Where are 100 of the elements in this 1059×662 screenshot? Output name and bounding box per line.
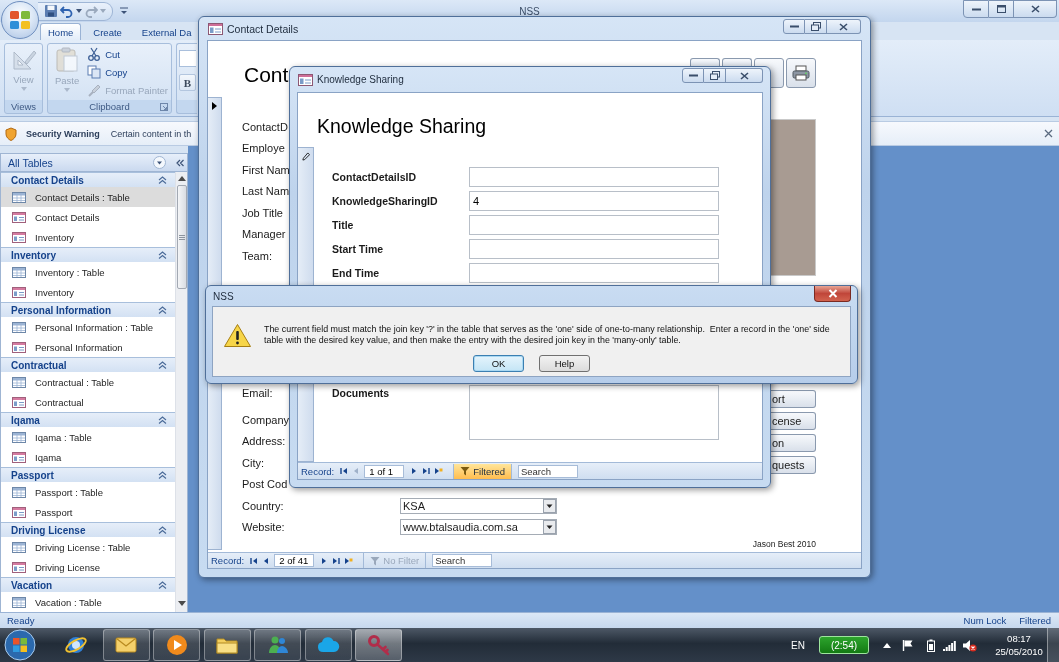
show-desktop-button[interactable]: [1047, 628, 1059, 662]
new-record-icon[interactable]: [434, 467, 444, 475]
search-field[interactable]: Search: [432, 554, 493, 567]
save-icon[interactable]: [44, 4, 58, 18]
nav-pane-title[interactable]: All Tables: [8, 156, 53, 169]
text-field[interactable]: 4: [469, 191, 719, 211]
table-icon: [12, 431, 26, 443]
minimize-icon: [789, 25, 799, 28]
combo-field[interactable]: KSA: [400, 497, 557, 514]
form-button[interactable]: ort: [770, 390, 816, 408]
restore-button[interactable]: [704, 68, 726, 83]
clipboard-button[interactable]: Copy: [84, 63, 171, 81]
scrollbar-thumb[interactable]: [176, 185, 187, 289]
close-button[interactable]: [814, 286, 851, 302]
record-position-field[interactable]: 2 of 41: [274, 554, 315, 567]
customize-caret-icon[interactable]: [119, 7, 129, 15]
nav-item[interactable]: Inventory: [1, 282, 175, 302]
font-name-field[interactable]: [179, 50, 196, 67]
record-label: Record:: [301, 465, 335, 477]
clipboard-icon: [55, 47, 80, 73]
last-record-icon[interactable]: [332, 556, 341, 565]
text-field[interactable]: [469, 215, 719, 235]
nav-item[interactable]: Inventory: [1, 227, 175, 247]
nav-item[interactable]: Contact Details : Table: [1, 187, 175, 207]
close-button[interactable]: [827, 19, 861, 34]
form-button[interactable]: quests: [770, 456, 816, 474]
up-arrow-icon[interactable]: [883, 642, 891, 648]
first-record-icon[interactable]: [340, 467, 349, 475]
nav-item[interactable]: Personal Information : Table: [1, 317, 175, 337]
nav-item[interactable]: Driving License: [1, 557, 175, 577]
text-field[interactable]: [469, 263, 719, 283]
text-field[interactable]: [469, 167, 719, 187]
close-button[interactable]: [1014, 0, 1057, 18]
close-icon[interactable]: [1044, 129, 1053, 138]
nav-item[interactable]: Contractual: [1, 392, 175, 412]
memo-field[interactable]: [469, 385, 719, 440]
taskbar-button[interactable]: [102, 629, 150, 661]
scroll-up-icon[interactable]: [177, 176, 186, 181]
nav-group-header[interactable]: Passport: [1, 467, 175, 482]
nav-item[interactable]: Personal Information: [1, 337, 175, 357]
print-button[interactable]: [786, 58, 816, 88]
clock-time[interactable]: 08:17: [1007, 632, 1031, 645]
dialog-button[interactable]: OK: [473, 355, 524, 372]
battery-indicator[interactable]: (2:54): [819, 636, 869, 654]
record-position-field[interactable]: 1 of 1: [364, 464, 405, 478]
nav-item[interactable]: Vacation : Table: [1, 592, 175, 612]
undo-icon[interactable]: [60, 4, 74, 18]
window-title: NSS: [519, 5, 540, 17]
nav-item[interactable]: Iqama : Table: [1, 427, 175, 447]
language-indicator[interactable]: EN: [791, 639, 805, 651]
nav-group-header[interactable]: Vacation: [1, 577, 175, 592]
close-button[interactable]: [726, 68, 763, 83]
restore-button[interactable]: [805, 19, 827, 34]
muted-speaker-icon[interactable]: [962, 638, 977, 652]
nav-item[interactable]: Contractual : Table: [1, 372, 175, 392]
last-record-icon[interactable]: [422, 467, 431, 475]
nav-group-header[interactable]: Contractual: [1, 357, 175, 372]
ribbon-tab[interactable]: External Da: [133, 23, 193, 40]
dropdown-circle-icon[interactable]: [153, 156, 166, 169]
nav-group-header[interactable]: Iqama: [1, 412, 175, 427]
nav-item[interactable]: Iqama: [1, 447, 175, 467]
scroll-down-icon[interactable]: [177, 601, 186, 606]
nav-group-header[interactable]: Driving License: [1, 522, 175, 537]
nav-group-header[interactable]: Contact Details: [1, 172, 175, 187]
minimize-button[interactable]: [783, 19, 805, 34]
nav-group-header[interactable]: Personal Information: [1, 302, 175, 317]
combo-field[interactable]: www.btalsaudia.com.sa: [400, 519, 557, 536]
search-field[interactable]: Search: [517, 464, 578, 478]
play-icon: [164, 633, 189, 657]
form-button[interactable]: on: [770, 434, 816, 452]
double-chevron-left-icon[interactable]: [175, 158, 184, 167]
scrollbar[interactable]: [175, 172, 187, 612]
minimize-button[interactable]: [682, 68, 704, 83]
nav-item[interactable]: Inventory : Table: [1, 262, 175, 282]
signal-bars-icon[interactable]: [943, 639, 956, 651]
first-record-icon[interactable]: [250, 556, 259, 565]
form-button[interactable]: cense: [770, 412, 816, 430]
nav-item[interactable]: Driving License : Table: [1, 537, 175, 557]
nav-item[interactable]: Passport: [1, 502, 175, 522]
dialog-button[interactable]: Help: [539, 355, 590, 372]
ribbon-tab[interactable]: Home: [40, 23, 82, 40]
filter-toggle-button[interactable]: Filtered: [453, 463, 512, 479]
flag-icon[interactable]: [902, 639, 914, 651]
maximize-button[interactable]: [989, 0, 1014, 18]
field-label: Job Title: [242, 206, 283, 219]
dialog-launcher-icon[interactable]: [160, 102, 168, 111]
text-field[interactable]: [469, 239, 719, 259]
taskbar-button[interactable]: [153, 629, 200, 661]
ribbon-tab[interactable]: Create: [85, 23, 130, 40]
clipboard-button[interactable]: Cut: [84, 45, 171, 63]
battery-icon[interactable]: [927, 638, 935, 652]
bold-button[interactable]: B: [179, 74, 196, 91]
nav-group-header[interactable]: Inventory: [1, 247, 175, 262]
caret-icon[interactable]: [76, 9, 82, 13]
clock-date[interactable]: 25/05/2010: [995, 645, 1043, 658]
nav-item[interactable]: Contact Details: [1, 207, 175, 227]
nav-item[interactable]: Passport : Table: [1, 482, 175, 502]
previous-record-icon[interactable]: [262, 556, 271, 565]
new-record-icon[interactable]: [344, 556, 354, 565]
taskbar-button[interactable]: [203, 629, 251, 661]
